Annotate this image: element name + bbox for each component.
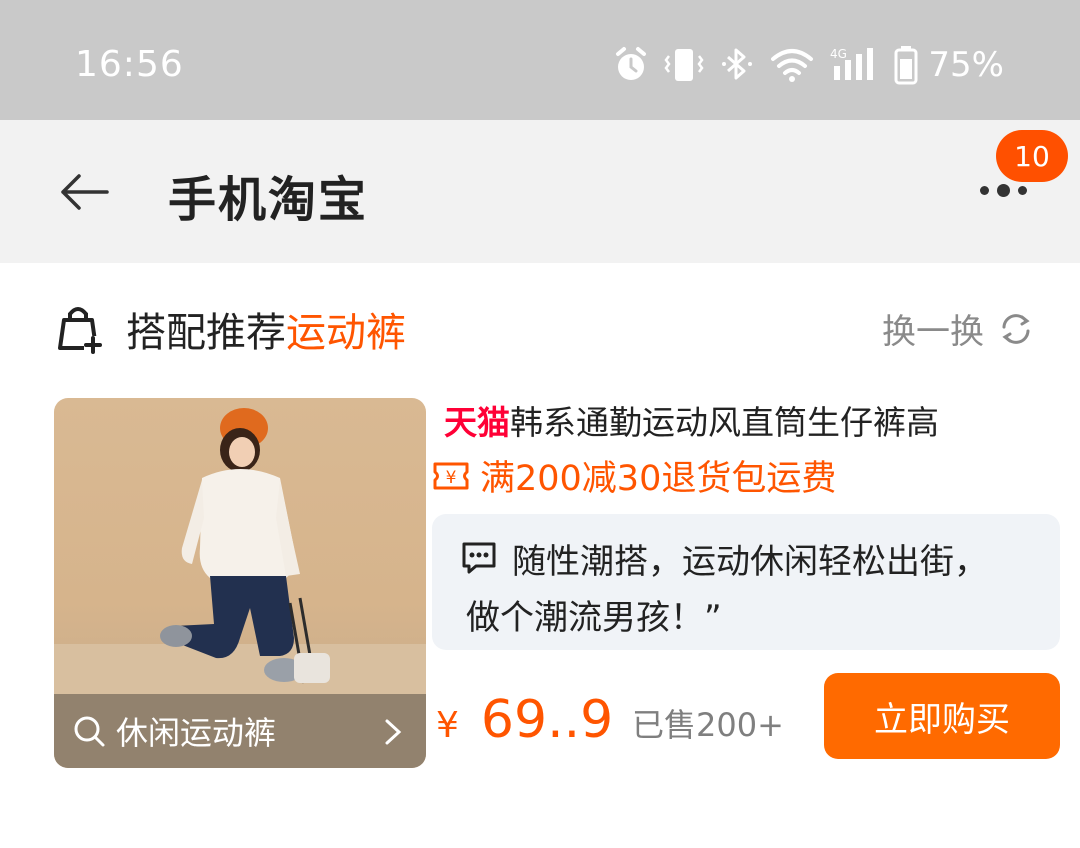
product-title-text: 韩系通勤运动风直筒生仔裤高 bbox=[510, 403, 939, 442]
tmall-tag: 天猫 bbox=[444, 403, 510, 442]
currency-symbol: ¥ bbox=[436, 705, 459, 746]
coupon-icon: ¥ bbox=[433, 462, 469, 489]
refresh-button[interactable]: 换一换 bbox=[882, 304, 1034, 353]
price-value: 69..9 bbox=[480, 690, 614, 750]
back-arrow-icon bbox=[61, 174, 109, 210]
status-time: 16:56 bbox=[75, 44, 184, 85]
price: ¥ 69..9 bbox=[436, 690, 613, 760]
section-title-prefix: 搭配推荐 bbox=[126, 310, 286, 356]
section-title: 搭配推荐运动裤 bbox=[126, 300, 406, 358]
svg-text:¥: ¥ bbox=[446, 468, 457, 488]
shopping-bag-plus-icon bbox=[58, 307, 102, 354]
signal-icon: 4G bbox=[830, 47, 874, 80]
network-label: 4G bbox=[830, 47, 847, 61]
product-title[interactable]: 天猫韩系通勤运动风直筒生仔裤高 bbox=[444, 396, 939, 444]
refresh-icon bbox=[1002, 313, 1030, 344]
battery-percent: 75% bbox=[928, 45, 1004, 85]
review-quote-box: 随性潮搭，运动休闲轻松出街， 做个潮流男孩！” bbox=[432, 514, 1060, 650]
status-bar: 16:56 4G 75% bbox=[0, 0, 1080, 120]
vibrate-icon bbox=[664, 49, 704, 81]
model-photo bbox=[160, 408, 330, 684]
review-quote-line1: 随性潮搭，运动休闲轻松出街， bbox=[512, 542, 988, 582]
promo-line: ¥ 满200减30退货包运费 bbox=[432, 450, 836, 501]
search-icon bbox=[74, 716, 105, 747]
notification-badge: 10 bbox=[996, 130, 1068, 182]
bluetooth-icon bbox=[722, 48, 753, 80]
app-title: 手机淘宝 bbox=[168, 172, 369, 228]
review-quote-line2: 做个潮流男孩！” bbox=[466, 598, 722, 638]
image-search-bar[interactable]: 休闲运动裤 bbox=[54, 694, 426, 768]
product-image[interactable]: 休闲运动裤 bbox=[54, 398, 426, 768]
chevron-right-icon bbox=[385, 719, 402, 745]
promo-text: 满200减30退货包运费 bbox=[480, 459, 837, 499]
status-icons: 4G 75% bbox=[614, 40, 1004, 90]
battery-icon bbox=[894, 46, 918, 85]
buy-now-button[interactable]: 立即购买 bbox=[824, 673, 1060, 759]
alarm-icon bbox=[616, 47, 647, 80]
back-button[interactable] bbox=[56, 164, 112, 220]
sold-count: 已售200+ bbox=[632, 706, 784, 744]
wifi-icon bbox=[771, 49, 814, 82]
section-header: 搭配推荐运动裤 换一换 bbox=[54, 300, 1034, 360]
more-dots-icon bbox=[980, 184, 1027, 197]
refresh-label: 换一换 bbox=[882, 312, 984, 352]
app-header: 手机淘宝 bbox=[0, 120, 1080, 263]
chat-bubble-icon bbox=[462, 542, 496, 574]
image-search-label: 休闲运动裤 bbox=[116, 714, 277, 752]
section-title-accent: 运动裤 bbox=[286, 310, 406, 356]
